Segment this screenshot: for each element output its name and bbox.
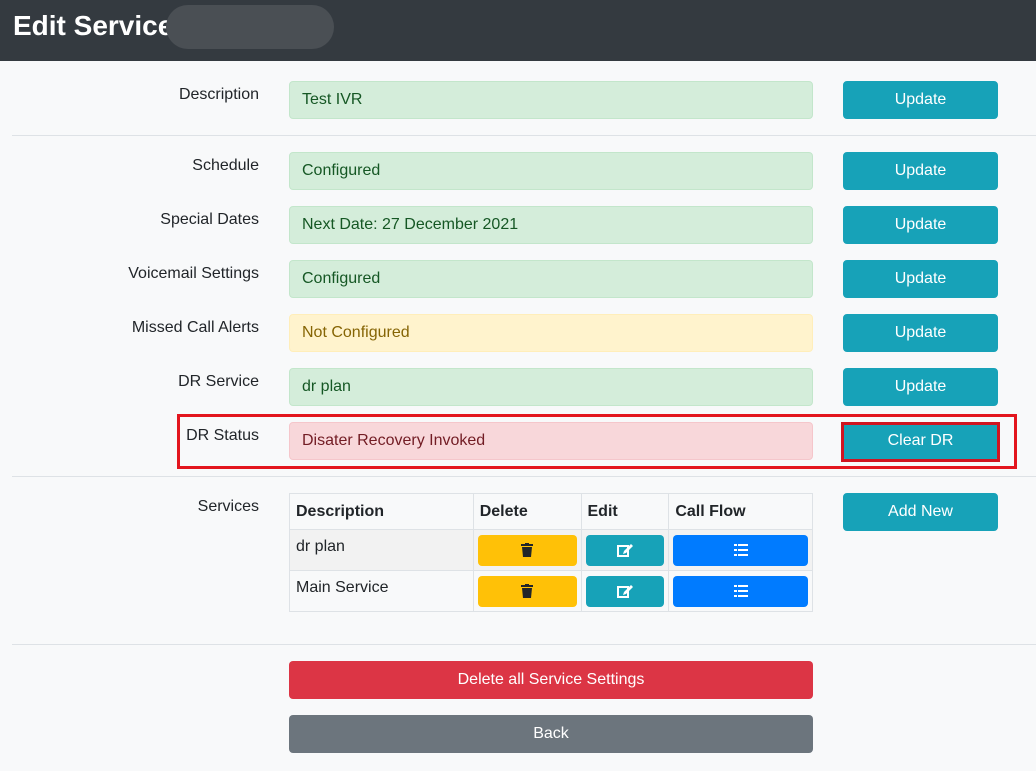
update-dr-service-button[interactable]: Update: [843, 368, 998, 406]
table-row: dr plan: [289, 529, 813, 571]
dr-status-label: DR Status: [186, 427, 259, 444]
description-label: Description: [178, 86, 259, 103]
description-field: Test IVR: [289, 81, 813, 119]
back-button[interactable]: Back: [289, 715, 813, 753]
redacted-service-name: [166, 5, 334, 49]
update-description-button[interactable]: Update: [843, 81, 998, 119]
missed-call-alerts-field: Not Configured: [289, 314, 813, 352]
column-header-delete: Delete: [472, 493, 582, 530]
service-description: dr plan: [289, 529, 474, 571]
schedule-field: Configured: [289, 152, 813, 190]
special-dates-field: Next Date: 27 December 2021: [289, 206, 813, 244]
divider: [12, 644, 1036, 645]
edit-icon: [616, 544, 633, 557]
delete-service-button[interactable]: [477, 534, 577, 566]
divider: [12, 476, 1036, 477]
table-header-row: Description Delete Edit Call Flow: [289, 493, 813, 530]
page-title: Edit Service: [13, 10, 174, 41]
delete-all-service-settings-button[interactable]: Delete all Service Settings: [289, 661, 813, 699]
call-flow-button[interactable]: [673, 575, 808, 607]
services-table: Description Delete Edit Call Flow dr pla…: [289, 493, 813, 612]
edit-service-button[interactable]: [585, 534, 665, 566]
special-dates-label: Special Dates: [160, 211, 259, 228]
service-description: Main Service: [289, 570, 474, 612]
list-icon: [733, 585, 748, 597]
dr-service-field: dr plan: [289, 368, 813, 406]
update-special-dates-button[interactable]: Update: [843, 206, 998, 244]
divider: [12, 135, 1036, 136]
update-missed-call-alerts-button[interactable]: Update: [843, 314, 998, 352]
add-new-service-button[interactable]: Add New: [843, 493, 998, 531]
trash-icon: [521, 584, 534, 598]
voicemail-settings-label: Voicemail Settings: [128, 265, 259, 282]
update-voicemail-button[interactable]: Update: [843, 260, 998, 298]
column-header-call-flow: Call Flow: [668, 493, 813, 530]
voicemail-settings-field: Configured: [289, 260, 813, 298]
table-row: Main Service: [289, 570, 813, 612]
column-header-edit: Edit: [580, 493, 670, 530]
edit-icon: [616, 585, 633, 598]
call-flow-button[interactable]: [673, 534, 808, 566]
dr-status-field: Disater Recovery Invoked: [289, 422, 813, 460]
column-header-description: Description: [289, 493, 474, 530]
update-schedule-button[interactable]: Update: [843, 152, 998, 190]
delete-service-button[interactable]: [477, 575, 577, 607]
services-label: Services: [197, 498, 259, 515]
schedule-label: Schedule: [192, 157, 259, 174]
missed-call-alerts-label: Missed Call Alerts: [131, 319, 259, 336]
edit-service-button[interactable]: [585, 575, 665, 607]
trash-icon: [521, 543, 534, 557]
clear-dr-button[interactable]: Clear DR: [843, 422, 998, 460]
dr-service-label: DR Service: [178, 373, 259, 390]
list-icon: [733, 544, 748, 556]
page-header: Edit Service: [0, 0, 1036, 61]
